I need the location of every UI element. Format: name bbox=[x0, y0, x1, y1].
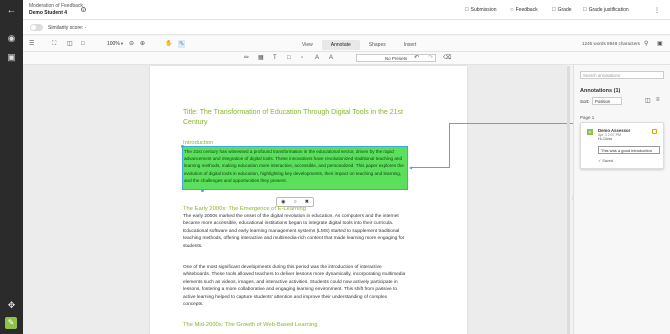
tab-insert[interactable]: Insert bbox=[395, 40, 426, 50]
edit-icon[interactable]: ✎ bbox=[5, 317, 17, 329]
zoom-out-icon[interactable]: ⊖ bbox=[129, 40, 134, 48]
annotations-panel bbox=[573, 65, 670, 334]
people-icon[interactable]: ◉ bbox=[0, 33, 23, 43]
chevron-down-icon[interactable]: ▼ bbox=[120, 40, 124, 48]
pan-icon[interactable]: ✋ bbox=[165, 40, 172, 48]
student-name: Demo Student 4 bbox=[29, 10, 68, 16]
menu-icon[interactable]: ☰ bbox=[29, 40, 34, 48]
check-icon: ✓ bbox=[598, 159, 602, 163]
avatar: A bbox=[587, 129, 593, 135]
grade-icon: □ bbox=[552, 7, 556, 13]
annotations-heading: Annotations (1) bbox=[580, 88, 621, 94]
document-title: Title: The Transformation of Education T… bbox=[183, 109, 403, 126]
sort-dropdown[interactable]: Position bbox=[592, 97, 622, 105]
annotation-tag: Hi-Clicks bbox=[598, 137, 613, 141]
connector-line bbox=[410, 167, 450, 168]
comment-icon: ○ bbox=[510, 7, 514, 13]
text-icon[interactable]: T bbox=[273, 54, 277, 62]
tab-annotate[interactable]: Annotate bbox=[321, 40, 360, 50]
connector-line bbox=[449, 123, 580, 124]
annotation-toolbar: ✏ ▦ T □ ▫ A A No Presets ↶ ↷ ⌫ bbox=[23, 52, 670, 65]
comments-panel-icon[interactable]: ▣ bbox=[657, 40, 663, 48]
similarity-bar: Similarity score: - bbox=[23, 20, 670, 35]
presets-dropdown[interactable]: No Presets bbox=[356, 54, 436, 62]
fit-page-icon[interactable]: ⛶ bbox=[52, 40, 56, 48]
highlight-icon[interactable]: ✏ bbox=[244, 54, 249, 62]
connector-line bbox=[449, 123, 450, 168]
page-group-label: Page 1 bbox=[580, 115, 595, 120]
chat-icon[interactable]: ▣ bbox=[0, 52, 23, 62]
sort-label: Sort: bbox=[580, 99, 590, 104]
flag-icon[interactable] bbox=[652, 129, 657, 134]
sidebar-icon[interactable]: ◫ bbox=[67, 40, 73, 48]
arrow-icon: ◀ bbox=[409, 165, 413, 170]
viewer-toolbar: ☰ ⛶ ◫ □ 100% ▼ ⊖ ⊕ ✋ ⬁ View Annotate Sha… bbox=[23, 36, 670, 52]
zoom-level[interactable]: 100% bbox=[107, 41, 120, 47]
copy-icon[interactable]: ◫ bbox=[645, 97, 651, 104]
left-rail: ← ◉ ▣ ✥ ✎ bbox=[0, 0, 23, 334]
underline-icon[interactable]: A bbox=[315, 54, 319, 62]
comment-field[interactable]: This was a good introduction bbox=[598, 146, 660, 154]
search-icon[interactable]: ⚲ bbox=[644, 40, 648, 48]
info-icon[interactable]: i bbox=[81, 7, 86, 12]
paragraph: One of the most significant developments… bbox=[183, 265, 406, 308]
saved-status: ✓ Saved bbox=[598, 159, 614, 163]
selection-handle-start[interactable] bbox=[181, 145, 184, 148]
callout-icon[interactable]: ▫ bbox=[301, 54, 303, 62]
grade-button[interactable]: □ Grade bbox=[552, 7, 572, 13]
submission-button[interactable]: □ Submission bbox=[465, 7, 496, 13]
selection-handle-end[interactable] bbox=[201, 189, 204, 192]
eraser-icon[interactable]: ⌫ bbox=[443, 54, 451, 62]
note-icon[interactable]: □ bbox=[287, 54, 291, 62]
annotation-card[interactable]: A Demo Assessor Apr 3 2:07 PM Hi-Clicks … bbox=[580, 122, 664, 169]
back-arrow-icon[interactable]: ← bbox=[0, 6, 23, 16]
mode-tabs: View Annotate Shapes Insert bbox=[293, 40, 425, 50]
select-icon[interactable]: ⬁ bbox=[178, 40, 186, 48]
zoom-in-icon[interactable]: ⊕ bbox=[140, 40, 145, 48]
more-icon[interactable]: ⋮ bbox=[654, 7, 660, 14]
justification-icon: □ bbox=[583, 7, 587, 13]
page-icon[interactable]: □ bbox=[81, 40, 85, 48]
section-heading: The Early 2000s: The Emergence of E-Lear… bbox=[183, 206, 306, 212]
word-count: 1245 words 8949 characters bbox=[582, 41, 640, 46]
filter-icon[interactable]: ≡ bbox=[656, 97, 660, 103]
annotation-search-input[interactable]: Search annotations bbox=[580, 71, 664, 79]
section-heading: The Mid-2000s: The Growth of Web-Based L… bbox=[183, 322, 318, 328]
move-icon[interactable]: ✥ bbox=[0, 300, 23, 310]
trash-icon[interactable]: ✖ bbox=[305, 199, 309, 205]
similarity-score: Similarity score: - bbox=[48, 25, 87, 31]
tab-view[interactable]: View bbox=[293, 40, 322, 50]
similarity-toggle[interactable] bbox=[30, 24, 43, 31]
comment-icon[interactable]: ○ bbox=[294, 199, 297, 205]
highlighted-text: The 21st century has witnessed a profoun… bbox=[184, 149, 404, 183]
redo-icon[interactable]: ↷ bbox=[428, 54, 433, 62]
header: Moderation of Feedback Demo Student 4 i … bbox=[23, 0, 670, 20]
area-highlight-icon[interactable]: ▦ bbox=[258, 54, 264, 62]
header-title: Moderation of Feedback bbox=[29, 3, 83, 9]
grade-justification-button[interactable]: □ Grade justification bbox=[583, 7, 629, 13]
style-icon[interactable]: ◉ bbox=[281, 199, 285, 205]
tab-shapes[interactable]: Shapes bbox=[360, 40, 395, 50]
feedback-button[interactable]: ○ Feedback bbox=[510, 7, 538, 13]
document-icon: □ bbox=[465, 7, 469, 13]
font-icon[interactable]: A bbox=[329, 54, 333, 62]
undo-icon[interactable]: ↶ bbox=[414, 54, 419, 62]
paragraph: The early 2000s marked the onset of the … bbox=[183, 214, 405, 249]
